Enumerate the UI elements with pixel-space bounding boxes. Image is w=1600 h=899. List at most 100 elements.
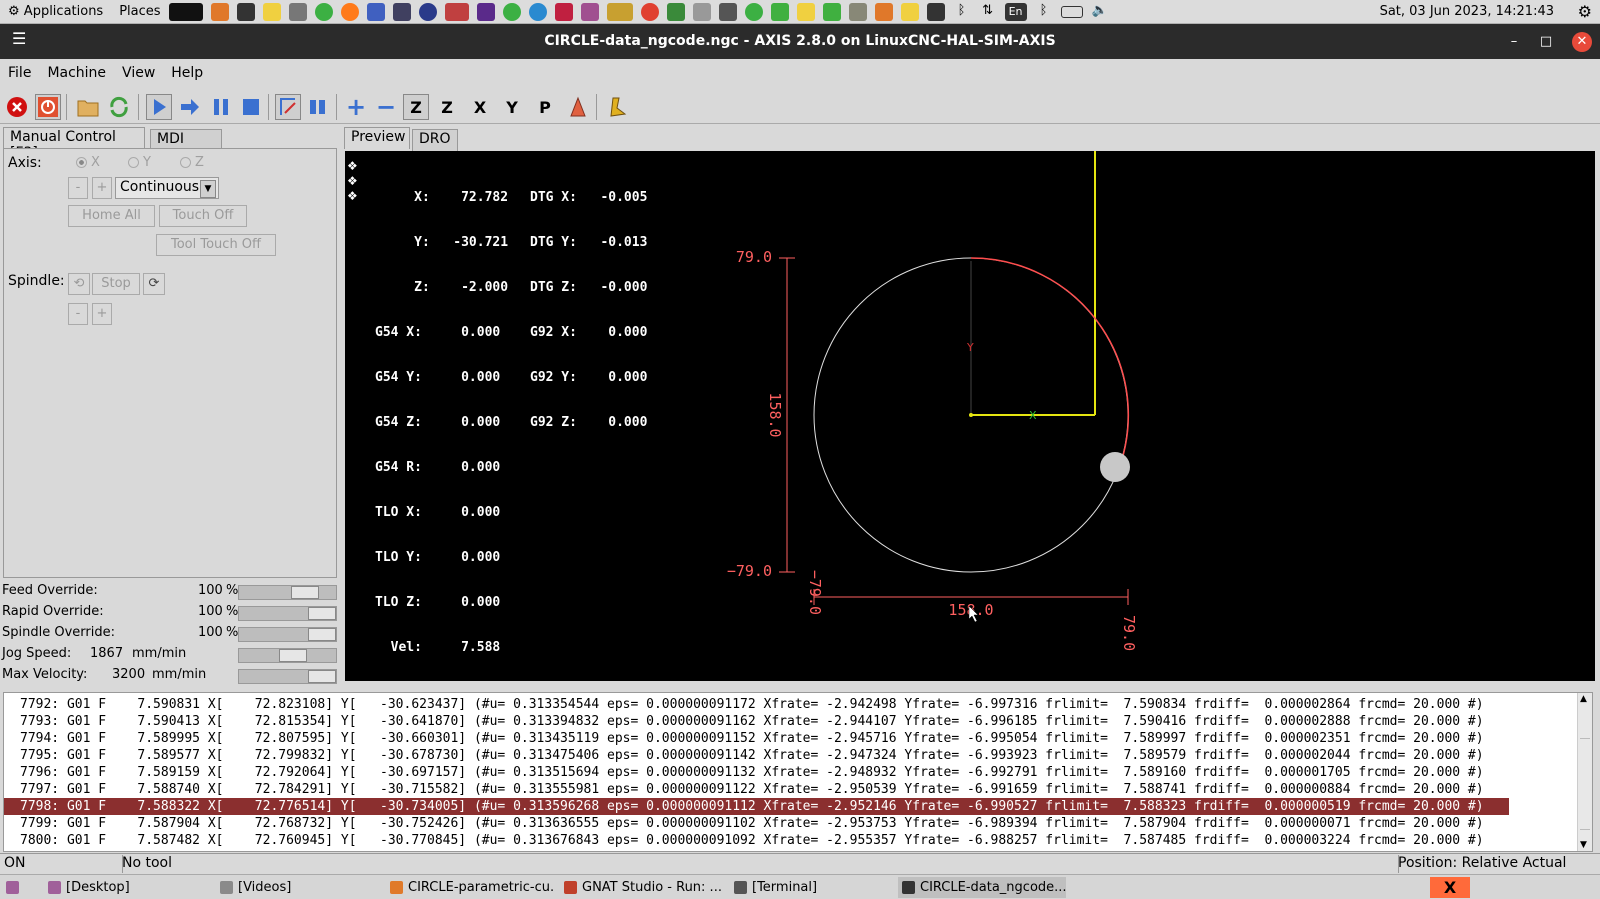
download-icon[interactable] bbox=[666, 2, 685, 21]
taskbar-item[interactable]: GNAT Studio - Run: ... bbox=[560, 877, 728, 898]
calculator-icon[interactable] bbox=[692, 2, 711, 21]
spindle-slower-button[interactable]: - bbox=[68, 303, 88, 325]
linuxcnc-icon[interactable] bbox=[606, 2, 633, 21]
stop-icon[interactable] bbox=[238, 94, 264, 120]
estop-icon[interactable] bbox=[4, 94, 30, 120]
scroll-down-icon[interactable]: ▼ bbox=[1580, 840, 1587, 850]
toolpath-plot[interactable]: Y X 79.0 −79.0 158.0 158.0 −79.0 79.0 bbox=[345, 151, 1595, 681]
view-x-icon[interactable]: X bbox=[467, 94, 493, 120]
terminal-icon[interactable] bbox=[236, 2, 255, 21]
gcode-line[interactable]: 7796: G01 F 7.589159 X[ 72.792064] Y[ -3… bbox=[4, 764, 1509, 781]
block-delete-icon[interactable] bbox=[275, 94, 301, 120]
document-viewer-icon[interactable] bbox=[366, 2, 385, 21]
rotate-view-icon[interactable] bbox=[565, 94, 591, 120]
tab-manual-control[interactable]: Manual Control [F3] bbox=[3, 127, 145, 161]
spindle-faster-button[interactable]: + bbox=[92, 303, 112, 325]
refresh-app-icon[interactable] bbox=[528, 2, 547, 21]
taskbar-item[interactable]: CIRCLE-parametric-cu... bbox=[386, 877, 554, 898]
gcode-line[interactable]: 7800: G01 F 7.587482 X[ 72.760945] Y[ -3… bbox=[4, 832, 1509, 849]
axis-tray-icon[interactable]: X bbox=[1430, 877, 1470, 898]
sync-icon[interactable] bbox=[314, 2, 333, 21]
app2-icon[interactable] bbox=[744, 2, 763, 21]
folder-icon[interactable] bbox=[874, 2, 893, 21]
spindle-reverse-icon[interactable]: ⟲ bbox=[68, 273, 90, 295]
workspace-thumbnail-icon[interactable] bbox=[168, 2, 203, 21]
step-icon[interactable] bbox=[177, 94, 203, 120]
gcode-line[interactable]: 7797: G01 F 7.588740 X[ 72.784291] Y[ -3… bbox=[4, 781, 1509, 798]
clock[interactable]: Sat, 03 Jun 2023, 14:21:43 bbox=[1380, 4, 1554, 19]
gnat-studio-icon[interactable] bbox=[392, 2, 411, 21]
window-title-bar[interactable]: ☰ CIRCLE-data_ngcode.ngc - AXIS 2.8.0 on… bbox=[0, 24, 1600, 59]
run-program-icon[interactable] bbox=[146, 94, 172, 120]
minimize-icon[interactable]: – bbox=[1504, 32, 1524, 52]
optional-stop-icon[interactable] bbox=[305, 94, 331, 120]
zoom-in-icon[interactable]: + bbox=[343, 93, 369, 121]
project-libre-icon[interactable] bbox=[444, 2, 469, 21]
spindle-stop-button[interactable]: Stop bbox=[92, 273, 140, 295]
applications-menu[interactable]: ⚙ Applications bbox=[0, 4, 111, 19]
menu-machine[interactable]: Machine bbox=[39, 65, 114, 81]
menu-view[interactable]: View bbox=[114, 65, 163, 81]
clear-plot-icon[interactable] bbox=[605, 94, 631, 120]
taskbar-item[interactable]: [Videos] bbox=[216, 877, 376, 898]
gcode-scrollbar[interactable]: ▲ ▼ bbox=[1577, 693, 1592, 851]
view-rotated-z-icon[interactable]: Z bbox=[434, 94, 460, 120]
touch-off-button[interactable]: Touch Off bbox=[159, 205, 247, 227]
gcode-line[interactable]: 7794: G01 F 7.589995 X[ 72.807595] Y[ -3… bbox=[4, 730, 1509, 747]
game-icon[interactable] bbox=[554, 2, 573, 21]
rapid-override-slider[interactable] bbox=[238, 606, 337, 621]
jog-speed-slider[interactable] bbox=[238, 648, 337, 663]
camera-icon[interactable] bbox=[848, 2, 867, 21]
chrome-icon[interactable] bbox=[640, 2, 659, 21]
drawing-icon[interactable] bbox=[718, 2, 737, 21]
jog-minus-button[interactable]: - bbox=[68, 177, 88, 199]
machine-power-icon[interactable] bbox=[35, 94, 61, 120]
gcode-line[interactable]: 7799: G01 F 7.587904 X[ 72.768732] Y[ -3… bbox=[4, 815, 1509, 832]
show-desktop-icon[interactable] bbox=[2, 877, 26, 898]
gcode-listing[interactable]: 7792: G01 F 7.590831 X[ 72.823108] Y[ -3… bbox=[3, 692, 1593, 852]
scroll-thumb[interactable] bbox=[1580, 738, 1590, 830]
view-perspective-icon[interactable]: P bbox=[532, 94, 558, 120]
zoom-out-icon[interactable]: − bbox=[373, 93, 399, 121]
terminal2-icon[interactable] bbox=[926, 2, 945, 21]
text-editor-icon[interactable] bbox=[262, 2, 281, 21]
keyboard-layout[interactable]: En bbox=[1004, 2, 1027, 21]
axis-radio-x[interactable]: X bbox=[76, 155, 100, 170]
editor2-icon[interactable] bbox=[900, 2, 919, 21]
bluetooth2-icon[interactable]: ᛒ bbox=[1035, 3, 1053, 21]
settings-gear-icon[interactable]: ⚙ bbox=[1578, 2, 1592, 21]
bluetooth-icon[interactable]: ᛒ bbox=[953, 3, 971, 21]
file-manager-icon[interactable] bbox=[210, 2, 229, 21]
tools-icon[interactable] bbox=[580, 2, 599, 21]
gcode-line[interactable]: 7795: G01 F 7.589577 X[ 72.799832] Y[ -3… bbox=[4, 747, 1509, 764]
taskbar-item-active[interactable]: CIRCLE-data_ngcode.... bbox=[898, 877, 1066, 898]
network-icon[interactable]: ⇅ bbox=[979, 3, 997, 21]
volume-icon[interactable]: 🔈 bbox=[1091, 3, 1109, 21]
max-velocity-slider[interactable] bbox=[238, 669, 337, 684]
open-file-icon[interactable] bbox=[75, 94, 101, 120]
spindle-override-slider[interactable] bbox=[238, 627, 337, 642]
maximize-icon[interactable]: □ bbox=[1536, 32, 1556, 52]
places-menu[interactable]: Places bbox=[111, 4, 168, 19]
reload-icon[interactable] bbox=[106, 94, 132, 120]
pause-icon[interactable] bbox=[208, 94, 234, 120]
firefox-icon[interactable] bbox=[340, 2, 359, 21]
menu-file[interactable]: File bbox=[0, 65, 39, 81]
view-z-icon[interactable]: Z bbox=[403, 94, 429, 120]
menu-help[interactable]: Help bbox=[163, 65, 211, 81]
battery-icon[interactable] bbox=[1060, 5, 1083, 18]
axis-radio-y[interactable]: Y bbox=[128, 155, 151, 170]
gcode-line[interactable]: 7793: G01 F 7.590413 X[ 72.815354] Y[ -3… bbox=[4, 713, 1509, 730]
gcode-line[interactable]: 7792: G01 F 7.590831 X[ 72.823108] Y[ -3… bbox=[4, 696, 1509, 713]
jog-plus-button[interactable]: + bbox=[92, 177, 112, 199]
spindle-forward-icon[interactable]: ⟳ bbox=[143, 273, 165, 295]
qt-creator-icon[interactable] bbox=[770, 2, 789, 21]
scroll-up-icon[interactable]: ▲ bbox=[1580, 694, 1587, 704]
view-y-icon[interactable]: Y bbox=[499, 94, 525, 120]
app-icon[interactable] bbox=[502, 2, 521, 21]
screenshot-icon[interactable] bbox=[288, 2, 307, 21]
tex-editor-icon[interactable] bbox=[476, 2, 495, 21]
preview-canvas[interactable]: ❖ ❖ ❖ X: 72.782 Y: -30.721 Z: -2.000 G54 X… bbox=[345, 151, 1595, 681]
tab-preview[interactable]: Preview bbox=[344, 127, 410, 149]
tool-touch-off-button[interactable]: Tool Touch Off bbox=[156, 234, 276, 256]
